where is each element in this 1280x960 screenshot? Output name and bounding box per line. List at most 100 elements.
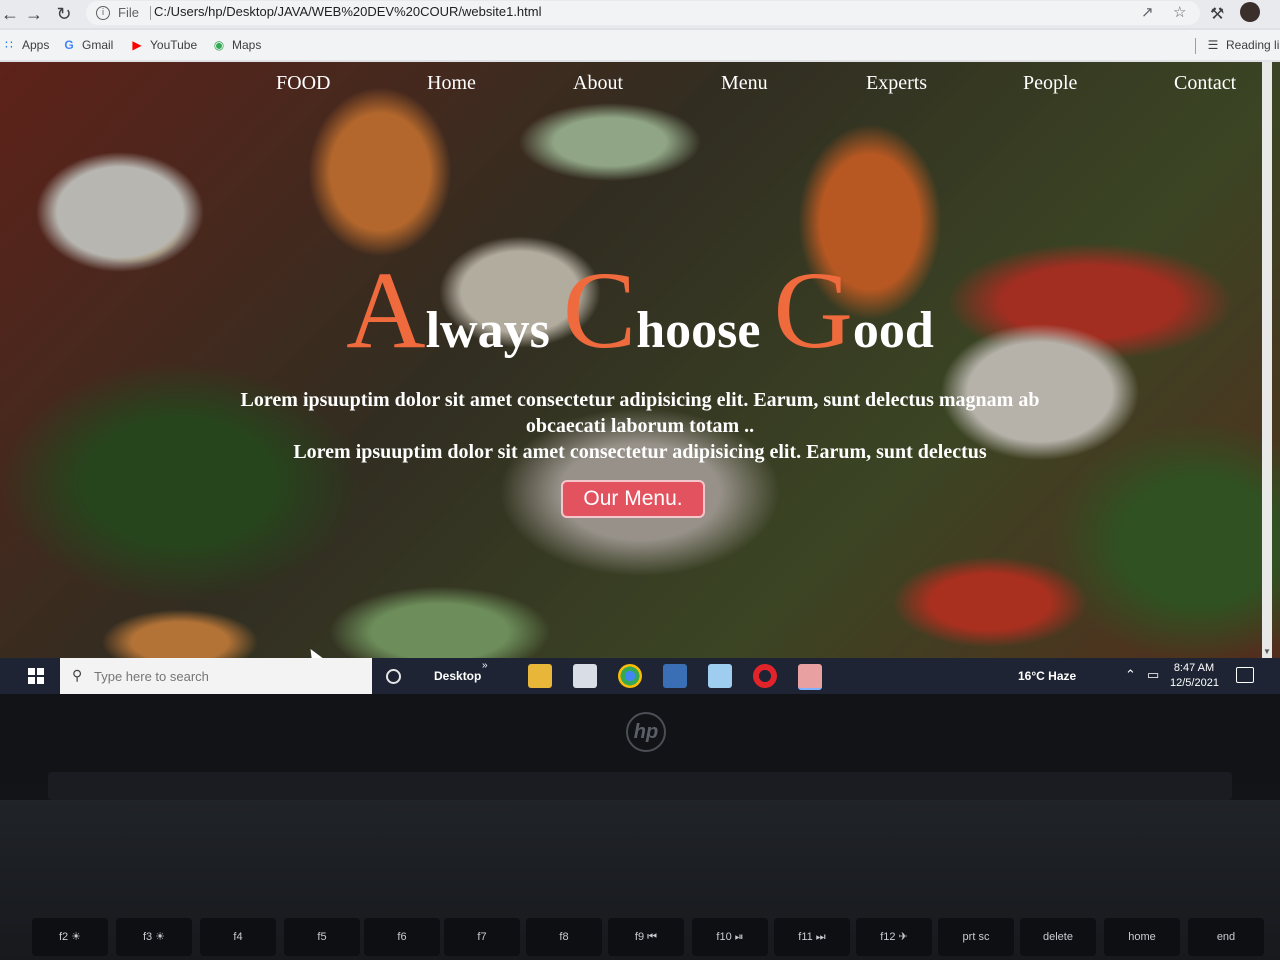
hero-paragraph-line: Lorem ipsuuptim dolor sit amet consectet… <box>293 441 987 463</box>
keyboard-key: f10 ⏯ <box>692 918 768 956</box>
bookmark-label: Apps <box>22 38 50 52</box>
reading-list[interactable]: ☰ Reading li <box>1206 38 1280 52</box>
cortana-icon[interactable] <box>386 669 401 684</box>
nav-contact[interactable]: Contact <box>1174 72 1236 95</box>
bookmark-label: Gmail <box>82 38 114 52</box>
taskbar-clock[interactable]: 8:47 AM 12/5/2021 <box>1170 661 1219 691</box>
weather-widget[interactable]: 16°C Haze <box>1018 669 1076 683</box>
photos-app-icon[interactable] <box>573 664 597 688</box>
keyboard-key: f8 <box>526 918 602 956</box>
keyboard-key: f12 ✈ <box>856 918 932 956</box>
bookmarks-bar: ∷ Apps G Gmail ▶ YouTube ◉ Maps ☰ Readin… <box>0 30 1280 60</box>
bookmark-apps[interactable]: ∷ Apps <box>2 38 49 52</box>
search-icon: ⚲ <box>72 667 83 683</box>
keyboard-key: prt sc <box>938 918 1014 956</box>
file-explorer-icon[interactable] <box>528 664 552 688</box>
key-label: f10 <box>716 931 732 943</box>
hp-logo: hp <box>626 712 666 752</box>
reload-icon[interactable]: ↻ <box>54 4 74 24</box>
address-bar[interactable]: i File C:/Users/hp/Desktop/JAVA/WEB%20DE… <box>86 1 1200 25</box>
key-label: f6 <box>397 931 407 943</box>
media-app-icon[interactable] <box>663 664 687 688</box>
nav-home[interactable]: Home <box>427 72 476 95</box>
desktop-toolbar-label[interactable]: Desktop <box>434 669 481 683</box>
chrome-icon[interactable] <box>618 664 642 688</box>
url-text[interactable]: C:/Users/hp/Desktop/JAVA/WEB%20DEV%20COU… <box>154 4 542 19</box>
headline-initial: G <box>773 249 853 371</box>
key-label: f4 <box>233 931 243 943</box>
taskbar-search-box[interactable]: ⚲ Type here to search <box>60 658 372 694</box>
bookmark-youtube[interactable]: ▶ YouTube <box>130 38 197 52</box>
laptop-hinge <box>48 772 1232 800</box>
key-label: f7 <box>477 931 487 943</box>
hero-paragraph-line: Lorem ipsuuptim dolor sit amet consectet… <box>240 389 1040 411</box>
keyboard-key: home <box>1104 918 1180 956</box>
hero-paragraph-line: obcaecati laborum totam .. <box>525 415 755 437</box>
key-label: home <box>1128 931 1156 943</box>
active-browser-app-icon[interactable] <box>798 664 822 690</box>
search-placeholder: Type here to search <box>94 669 209 684</box>
headline-word: lways <box>425 302 550 359</box>
reading-list-label: Reading li <box>1226 38 1280 52</box>
our-menu-button[interactable]: Our Menu. <box>561 480 705 518</box>
avatar[interactable] <box>1240 2 1260 22</box>
nav-brand[interactable]: FOOD <box>276 72 330 95</box>
headline-word: ood <box>852 302 934 359</box>
scroll-down-icon[interactable]: ▼ <box>1263 647 1271 656</box>
google-icon: G <box>64 38 74 52</box>
extensions-icon[interactable]: ⚒ <box>1210 4 1224 24</box>
clock-time: 8:47 AM <box>1173 662 1215 674</box>
nav-menu[interactable]: Menu <box>721 72 768 95</box>
back-icon[interactable]: ← <box>0 4 20 24</box>
browser-toolbar: ← → ↻ i File C:/Users/hp/Desktop/JAVA/WE… <box>0 0 1280 28</box>
share-icon[interactable]: ↗ <box>1141 3 1154 21</box>
opera-icon[interactable] <box>753 664 777 688</box>
browser-chrome: ← → ↻ i File C:/Users/hp/Desktop/JAVA/WE… <box>0 0 1280 62</box>
keyboard-key: f5 <box>284 918 360 956</box>
key-label: f5 <box>317 931 327 943</box>
keyboard-key: f3 ☀ <box>116 918 192 956</box>
forward-icon[interactable]: → <box>24 4 44 24</box>
star-icon[interactable]: ☆ <box>1173 3 1186 21</box>
key-label: f2 <box>58 931 69 943</box>
bookmarks-divider <box>1195 38 1196 54</box>
nav-people[interactable]: People <box>1023 72 1077 95</box>
key-label: f3 <box>142 931 153 943</box>
site-nav: FOOD Home About Menu Experts People Cont… <box>0 62 1280 102</box>
mouse-cursor-icon <box>305 645 323 658</box>
keyboard-key: end <box>1188 918 1264 956</box>
notifications-icon[interactable] <box>1236 667 1254 683</box>
keyboard-key: f4 <box>200 918 276 956</box>
headline-word: hoose <box>636 302 761 359</box>
bookmark-maps[interactable]: ◉ Maps <box>212 38 262 52</box>
protocol-label: File <box>118 5 139 20</box>
windows-taskbar: ⚲ Type here to search Desktop » 16°C Haz… <box>0 658 1280 694</box>
headline-initial: A <box>346 249 426 371</box>
hero-section: FOOD Home About Menu Experts People Cont… <box>0 62 1280 658</box>
monitor-screen: ← → ↻ i File C:/Users/hp/Desktop/JAVA/WE… <box>0 0 1280 700</box>
notes-app-icon[interactable] <box>708 664 732 688</box>
keyboard-key: f2 ☀ <box>32 918 108 956</box>
clock-date: 12/5/2021 <box>1170 677 1219 689</box>
youtube-icon: ▶ <box>132 38 142 52</box>
bookmark-label: YouTube <box>150 38 198 52</box>
nav-experts[interactable]: Experts <box>866 72 927 95</box>
tray-expand-icon[interactable]: ⌃ <box>1125 667 1136 683</box>
nav-about[interactable]: About <box>573 72 623 95</box>
key-label: f12 <box>880 931 896 943</box>
key-label: f9 <box>634 931 645 943</box>
page-scrollbar[interactable]: ▼ <box>1262 62 1272 658</box>
windows-start-icon[interactable] <box>28 668 44 684</box>
battery-icon[interactable]: ▭ <box>1147 667 1159 683</box>
keyboard-key: f7 <box>444 918 520 956</box>
key-label: end <box>1216 931 1236 943</box>
bookmark-label: Maps <box>232 38 262 52</box>
info-icon[interactable]: i <box>96 6 110 20</box>
keyboard-key: f11 ⏭ <box>774 918 850 956</box>
toolbar-expand-icon[interactable]: » <box>482 660 488 671</box>
bookmark-gmail[interactable]: G Gmail <box>62 38 113 52</box>
headline-initial: C <box>562 249 637 371</box>
apps-grid-icon: ∷ <box>5 38 13 52</box>
keyboard-key: f9 ⏮ <box>608 918 684 956</box>
key-label: f8 <box>559 931 569 943</box>
